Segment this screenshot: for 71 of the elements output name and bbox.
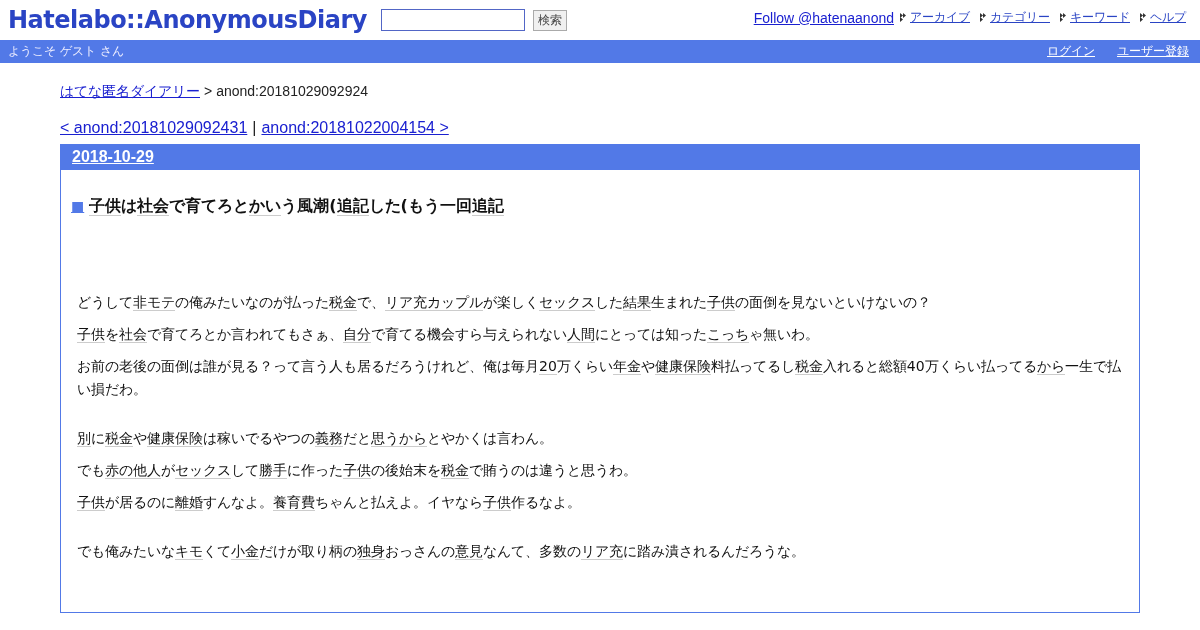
keyword-link[interactable]: 健康保険	[654, 358, 711, 375]
arrow-icon	[980, 13, 986, 22]
paragraph: 子供を社会で育てろとか言われてもさぁ、自分で育てる機会すら与えられない人間にとっては知った こっち ゃ無いわ。	[77, 325, 820, 345]
keyword-link[interactable]: 思うから	[371, 430, 427, 447]
keyword-link[interactable]: キモ	[175, 543, 203, 560]
keyword-link[interactable]: セックス	[539, 294, 595, 311]
paragraph: 別に税金や健康保険は稼いでるやつの義務だと思うから とやかくは言わん。	[77, 429, 554, 449]
keyword-link[interactable]: 子供	[707, 294, 735, 311]
keyword-link[interactable]: リア充	[581, 543, 623, 560]
keyword-link[interactable]: 意見	[455, 543, 483, 560]
user-link[interactable]: ユーザー登録	[1117, 43, 1189, 60]
breadcrumb-separator: >	[204, 83, 213, 99]
keyword-link[interactable]: かい	[249, 196, 282, 216]
keyword-link[interactable]: 子供	[77, 494, 105, 511]
keyword-link[interactable]: 子供	[77, 326, 105, 343]
nav-link[interactable]: キーワード	[1070, 9, 1130, 26]
keyword-link[interactable]: 税金	[105, 430, 133, 447]
search-field[interactable]	[380, 9, 525, 31]
paragraph: でも赤の他人がセックス して勝手に作った子供の後始末を税金で賄うのは違うと思うわ。	[77, 461, 638, 481]
search-button[interactable]: 検索	[532, 9, 567, 31]
paragraph: どうして非モテの俺みたいなのが払った税金で、リア充カップルが楽しく セックス した結果生まれた子供の面倒を見ないといけないの？	[77, 293, 932, 313]
keyword-link[interactable]: 勝手	[259, 462, 287, 479]
arrow-icon	[900, 13, 906, 22]
keyword-link[interactable]: 20	[539, 358, 557, 375]
keyword-link[interactable]: 小金	[231, 543, 259, 560]
nav-link[interactable]: ヘルプ	[1150, 9, 1186, 26]
entry-title: 子供は社会で育てろとかいう風潮(追記した(もう一回追記	[89, 196, 504, 217]
keyword-link[interactable]: 税金	[329, 294, 357, 311]
site-logo[interactable]: Hatelabo::AnonymousDiary	[8, 6, 367, 34]
arrow-icon	[1060, 13, 1066, 22]
nav-link[interactable]: カテゴリー	[990, 9, 1050, 26]
keyword-link[interactable]: 子供	[483, 494, 511, 511]
keyword-link[interactable]: 健康保険	[147, 430, 203, 447]
welcome-text: ようこそ ゲスト さん	[8, 43, 124, 60]
entry-permalink[interactable]: ■	[71, 198, 85, 214]
keyword-link[interactable]: 別	[77, 430, 91, 447]
pager-separator: |	[252, 119, 257, 137]
user-link[interactable]: ログイン	[1047, 43, 1095, 60]
keyword-link[interactable]: 社会	[119, 326, 147, 343]
paragraph: お前の老後の面倒は誰が見る？って言う人も居るだろうけれど、俺は毎月 20万くらい年金や健康保険料払ってるし税金入れると総額40万くらい払ってるから一生で払い損だわ。	[77, 357, 1122, 399]
keyword-link[interactable]: 自分	[343, 326, 371, 343]
arrow-icon	[1140, 13, 1146, 22]
keyword-link[interactable]: 税金	[441, 462, 469, 479]
nav-link[interactable]: アーカイブ	[910, 9, 970, 26]
keyword-link[interactable]: 年金	[612, 358, 641, 375]
keyword-link[interactable]: 子供	[343, 462, 371, 479]
keyword-link[interactable]: セックス	[175, 462, 231, 479]
keyword-link[interactable]: こっち	[707, 326, 749, 343]
previous-entry-link[interactable]: < anond:20181029092431	[60, 119, 248, 137]
keyword-link[interactable]: 追記	[471, 196, 504, 216]
next-entry-link[interactable]: anond:20181022004154 >	[261, 119, 449, 137]
keyword-link[interactable]: 子供	[89, 196, 122, 216]
paragraph: でも俺みたいなキモ くて小金だけが取り柄の独身おっさんの意見なんて、多数のリア充に踏み潰されるんだろうな。	[77, 542, 806, 562]
keyword-link[interactable]: 結果	[623, 294, 651, 311]
keyword-link[interactable]: 養育費	[273, 494, 315, 511]
breadcrumb-link[interactable]: はてな匿名ダイアリー	[60, 83, 200, 101]
keyword-link[interactable]: リア充カップル	[385, 294, 483, 311]
keyword-link[interactable]: 赤の他人	[105, 462, 161, 479]
follow-link[interactable]: Follow @hatenaanond	[753, 9, 894, 26]
keyword-link[interactable]: 独身	[357, 543, 385, 560]
keyword-link[interactable]: 非モテ	[133, 294, 175, 311]
keyword-link[interactable]: 人間	[567, 326, 595, 343]
breadcrumb-current: anond:20181029092924	[216, 83, 368, 99]
keyword-link[interactable]: 税金	[794, 358, 823, 375]
keyword-link[interactable]: 義務	[315, 430, 343, 447]
keyword-link[interactable]: 追記	[336, 196, 369, 216]
date-link[interactable]: 2018-10-29	[72, 148, 154, 166]
paragraph: 子供が居るのに離婚すんなよ。養育費ちゃんと払えよ。イヤなら子供作るなよ。	[77, 493, 582, 513]
keyword-link[interactable]: 社会	[137, 196, 170, 216]
keyword-link[interactable]: 離婚	[175, 494, 203, 511]
keyword-link[interactable]: から	[1036, 358, 1065, 375]
